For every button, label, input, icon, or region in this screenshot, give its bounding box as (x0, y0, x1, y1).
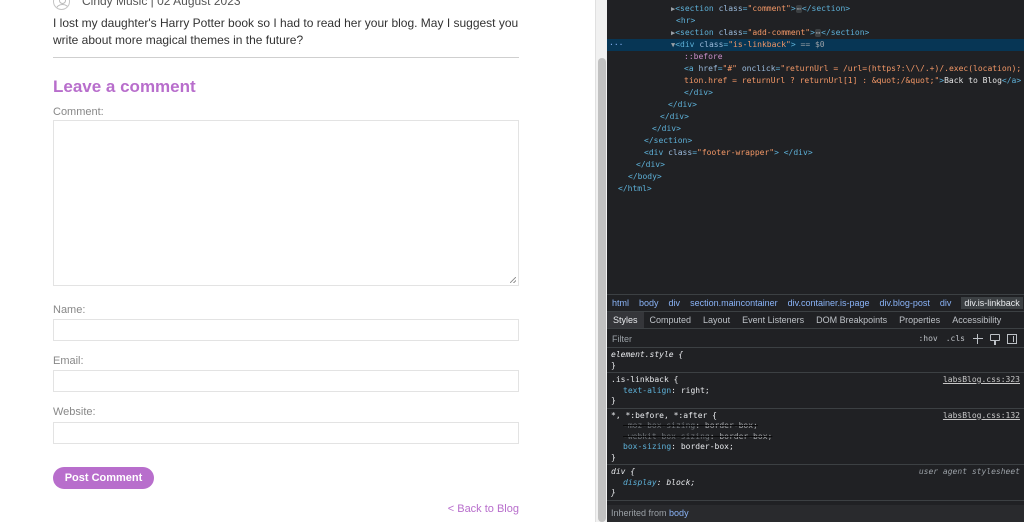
css-property-overridden[interactable]: -webkit-box-sizing: border-box; (611, 432, 1020, 443)
dom-node-anchor[interactable]: <a href="#" onclick="returnUrl = /url=(h… (607, 63, 1024, 75)
tab-dom-breakpoints[interactable]: DOM Breakpoints (810, 312, 893, 328)
dom-node-section-comment[interactable]: ▶<section class="comment">⋯</section> (607, 3, 1024, 15)
breadcrumb-item[interactable]: body (639, 298, 659, 308)
dom-node-close-div[interactable]: </div> (607, 99, 1024, 111)
tab-properties[interactable]: Properties (893, 312, 946, 328)
dom-node-close-div[interactable]: </div> (607, 159, 1024, 171)
rule-close-brace: } (611, 396, 616, 405)
comment-divider (53, 57, 519, 58)
rule-source-link[interactable]: labsBlog.css:323 (943, 375, 1020, 386)
hov-toggle-button[interactable]: :hov (918, 334, 937, 343)
breadcrumb-item[interactable]: html (612, 298, 629, 308)
breadcrumb-item[interactable]: div (940, 298, 952, 308)
page-scrollbar[interactable] (595, 0, 607, 522)
dom-node-close-div[interactable]: </div> (607, 87, 1024, 99)
css-property[interactable]: text-align: right; (611, 386, 1020, 397)
email-input[interactable] (53, 370, 519, 392)
rule-close-brace: } (611, 360, 616, 370)
dom-node-hr[interactable]: <hr> (607, 15, 1024, 27)
comment-textarea[interactable] (53, 120, 519, 286)
node-actions-icon[interactable]: ··· (609, 39, 623, 51)
dom-node-anchor-continued[interactable]: tion.href = returnUrl ? returnUrl[1] : &… (607, 75, 1024, 87)
dom-node-section-add-comment[interactable]: ▶<section class="add-comment">⋯</section… (607, 27, 1024, 39)
blog-page: Cindy Music | 02 August 2023 I lost my d… (0, 0, 595, 522)
styles-tabs: Styles Computed Layout Event Listeners D… (607, 311, 1024, 329)
style-rule-is-linkback[interactable]: .is-linkback { labsBlog.css:323 text-ali… (607, 373, 1024, 409)
dom-node-footer-wrapper[interactable]: <div class="footer-wrapper"> </div> (607, 147, 1024, 159)
tab-computed[interactable]: Computed (644, 312, 698, 328)
rule-source-link[interactable]: labsBlog.css:132 (943, 411, 1020, 422)
name-input[interactable] (53, 319, 519, 341)
elements-tree: ▶<section class="comment">⋯</section> <h… (607, 0, 1024, 294)
avatar-icon (53, 0, 70, 10)
dom-node-before-pseudo[interactable]: ::before (607, 51, 1024, 63)
style-rule-element[interactable]: element.style { } (607, 348, 1024, 373)
comment-author-date: Cindy Music | 02 August 2023 (82, 0, 241, 8)
styles-pane: element.style { } .is-linkback { labsBlo… (607, 348, 1024, 522)
css-property[interactable]: display: block; (611, 478, 1020, 489)
dom-node-close-html[interactable]: </html> (607, 183, 1024, 195)
inherited-from-link[interactable]: body (669, 508, 689, 518)
dom-node-div-is-linkback[interactable]: ··· ▼<div class="is-linkback"> == $0 (607, 39, 1024, 51)
rendering-emulation-icon[interactable] (990, 334, 1000, 345)
comment-text: I lost my daughter's Harry Potter book s… (53, 16, 519, 47)
rule-close-brace: } (611, 452, 616, 462)
new-style-rule-icon[interactable] (973, 333, 983, 344)
css-property[interactable]: box-sizing: border-box; (611, 442, 1020, 453)
tab-layout[interactable]: Layout (697, 312, 736, 328)
dom-node-close-section[interactable]: </section> (607, 135, 1024, 147)
toggle-sidebar-icon[interactable] (1007, 333, 1017, 344)
inherited-from-row: Inherited from body (607, 505, 1024, 522)
name-label: Name: (53, 304, 86, 316)
dom-node-close-div[interactable]: </div> (607, 123, 1024, 135)
devtools-panel: ▶<section class="comment">⋯</section> <h… (607, 0, 1024, 522)
comment-author-row: Cindy Music | 02 August 2023 (53, 0, 241, 10)
email-label: Email: (53, 355, 84, 367)
css-property-overridden[interactable]: -moz-box-sizing: border-box; (611, 421, 1020, 432)
dom-node-close-body[interactable]: </body> (607, 171, 1024, 183)
tab-styles[interactable]: Styles (607, 312, 644, 328)
breadcrumb-item-active[interactable]: div.is-linkback (961, 297, 1023, 309)
tab-event-listeners[interactable]: Event Listeners (736, 312, 810, 328)
comment-label: Comment: (53, 106, 104, 118)
style-rule-div-ua[interactable]: div { user agent stylesheet display: blo… (607, 465, 1024, 501)
breadcrumb-item[interactable]: div.blog-post (880, 298, 930, 308)
breadcrumb-item[interactable]: section.maincontainer (690, 298, 778, 308)
breadcrumb-item[interactable]: div.container.is-page (788, 298, 870, 308)
dom-node-close-div[interactable]: </div> (607, 111, 1024, 123)
breadcrumb-item[interactable]: div (669, 298, 681, 308)
styles-filter-input[interactable] (612, 333, 919, 344)
rule-source-label: user agent stylesheet (918, 467, 1020, 476)
rule-selector: element.style { (611, 350, 684, 359)
inherited-label: Inherited from (611, 508, 667, 518)
style-rule-universal[interactable]: *, *:before, *:after { labsBlog.css:132 … (607, 409, 1024, 465)
website-input[interactable] (53, 422, 519, 444)
page-scrollbar-thumb[interactable] (598, 58, 606, 522)
website-label: Website: (53, 406, 96, 418)
tab-accessibility[interactable]: Accessibility (946, 312, 1007, 328)
resize-handle-icon[interactable] (510, 277, 516, 283)
leave-comment-heading: Leave a comment (53, 77, 196, 96)
rule-close-brace: } (611, 488, 616, 497)
post-comment-button[interactable]: Post Comment (53, 467, 154, 489)
back-to-blog-link[interactable]: < Back to Blog (448, 503, 519, 515)
cls-toggle-button[interactable]: .cls (946, 334, 965, 343)
styles-filter-bar: :hov .cls (607, 330, 1024, 348)
dom-breadcrumb: html body div section.maincontainer div.… (607, 294, 1024, 311)
